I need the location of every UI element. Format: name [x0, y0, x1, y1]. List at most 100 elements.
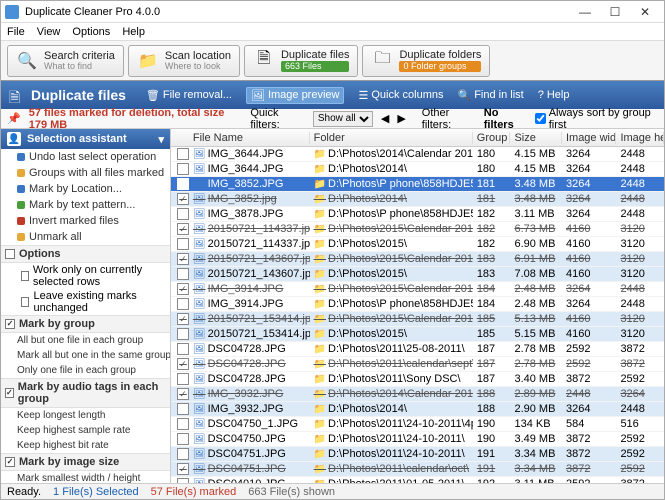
row-checkbox[interactable]: ✓: [177, 253, 189, 265]
sidebar-subitem[interactable]: Mark smallest width / height: [1, 471, 170, 483]
sidebar-subitem[interactable]: Only one file in each group: [1, 363, 170, 378]
row-checkbox[interactable]: [177, 163, 189, 175]
table-row[interactable]: ✓🖼IMG_3932.JPG📁D:\Photos\2014\Calendar 2…: [171, 387, 664, 402]
row-checkbox[interactable]: [177, 433, 189, 445]
table-row[interactable]: 🖼IMG_3644.JPG📁D:\Photos\2014\Calendar 20…: [171, 147, 664, 162]
row-checkbox[interactable]: ✓: [177, 223, 189, 235]
table-row[interactable]: 🖼DSC04728.JPG📁D:\Photos\2011\25-08-2011\…: [171, 342, 664, 357]
sidebar-item[interactable]: Unmark all: [1, 229, 170, 245]
status-ready: Ready.: [7, 486, 41, 498]
always-sort-checkbox[interactable]: Always sort by group first: [535, 107, 658, 131]
row-checkbox[interactable]: ✓: [177, 283, 189, 295]
duplicate-folders-button[interactable]: 🗀 Duplicate folders0 Folder groups: [362, 45, 490, 77]
sidebar-option[interactable]: Work only on currently selected rows: [1, 263, 170, 289]
table-row[interactable]: 🖼20150721_153414.jpg📁D:\Photos\2015\1855…: [171, 327, 664, 342]
table-row[interactable]: 🖼IMG_3644.JPG📁D:\Photos\2014\1804.15 MB3…: [171, 162, 664, 177]
row-checkbox[interactable]: [177, 373, 189, 385]
sidebar-subitem[interactable]: Keep highest bit rate: [1, 438, 170, 453]
table-row[interactable]: 🖼DSC04750_1.JPG📁D:\Photos\2011\24-10-201…: [171, 417, 664, 432]
selection-assistant-header[interactable]: 👤 Selection assistant ▾: [1, 129, 170, 149]
table-row[interactable]: 🖼IMG_3932.JPG📁D:\Photos\2014\1882.90 MB3…: [171, 402, 664, 417]
table-row[interactable]: ✓🖼IMG_3914.JPG📁D:\Photos\2015\Calendar 2…: [171, 282, 664, 297]
row-checkbox[interactable]: [177, 178, 189, 190]
search-criteria-button[interactable]: 🔍 Search criteriaWhat to find: [7, 45, 124, 77]
file-icon: 🖼: [193, 284, 206, 295]
tab-quick-columns[interactable]: ☰Quick columns: [358, 89, 443, 102]
grid-header[interactable]: File Name Folder Group Size Image width …: [171, 129, 664, 147]
table-row[interactable]: ✓🖼20150721_143607.jpg📁D:\Photos\2015\Cal…: [171, 252, 664, 267]
menu-view[interactable]: View: [37, 26, 61, 38]
pin-icon[interactable]: 📌: [7, 112, 21, 125]
folder-icon: 📁: [314, 239, 326, 250]
table-row[interactable]: 🖼DSC04728.JPG📁D:\Photos\2011\Sony DSC\18…: [171, 372, 664, 387]
sidebar-item[interactable]: Mark by text pattern...: [1, 197, 170, 213]
table-row[interactable]: 🖼IMG_3914.JPG📁D:\Photos\P phone\858HDJE5…: [171, 297, 664, 312]
row-checkbox[interactable]: [177, 343, 189, 355]
status-shown: 663 File(s) shown: [248, 486, 335, 498]
tab-find-in-list[interactable]: 🔍Find in list: [458, 89, 524, 102]
folder-icon: 📁: [314, 269, 326, 280]
row-checkbox[interactable]: ✓: [177, 193, 189, 205]
duplicate-files-button[interactable]: 🗎 Duplicate files663 Files: [244, 45, 358, 77]
row-checkbox[interactable]: [177, 268, 189, 280]
file-grid: File Name Folder Group Size Image width …: [171, 129, 664, 483]
sidebar-item[interactable]: Invert marked files: [1, 213, 170, 229]
maximize-button[interactable]: ☐: [600, 5, 630, 19]
row-checkbox[interactable]: [177, 208, 189, 220]
sidebar-group[interactable]: ✓Mark by audio tags in each group: [1, 378, 170, 408]
documents-icon: 🗎: [9, 87, 25, 103]
sidebar-option[interactable]: Leave existing marks unchanged: [1, 289, 170, 315]
sidebar-item[interactable]: Mark by Location...: [1, 181, 170, 197]
table-row[interactable]: ✓🖼20150721_114337.jpg📁D:\Photos\2015\Cal…: [171, 222, 664, 237]
sidebar-item[interactable]: Undo last select operation: [1, 149, 170, 165]
menu-options[interactable]: Options: [72, 26, 110, 38]
sidebar-group[interactable]: ✓Mark by group: [1, 315, 170, 333]
table-row[interactable]: ✓🖼DSC04728.JPG📁D:\Photos\2011\calendar\s…: [171, 357, 664, 372]
grid-body[interactable]: 🖼IMG_3644.JPG📁D:\Photos\2014\Calendar 20…: [171, 147, 664, 483]
marked-summary: 57 files marked for deletion, total size…: [29, 107, 243, 131]
sidebar-group[interactable]: ✓Mark by image size: [1, 453, 170, 471]
row-checkbox[interactable]: [177, 418, 189, 430]
menu-file[interactable]: File: [7, 26, 25, 38]
row-checkbox[interactable]: ✓: [177, 463, 189, 475]
row-checkbox[interactable]: [177, 448, 189, 460]
tab-file-removal-[interactable]: 🗑File removal...: [146, 89, 232, 102]
table-row[interactable]: ✓🖼DSC04751.JPG📁D:\Photos\2011\calendar\o…: [171, 462, 664, 477]
row-checkbox[interactable]: [177, 148, 189, 160]
tab-image-preview[interactable]: 🖼Image preview: [246, 87, 345, 104]
table-row[interactable]: 🖼IMG_3878.JPG📁D:\Photos\P phone\858HDJE5…: [171, 207, 664, 222]
table-row[interactable]: ✓🖼20150721_153414.jpg📁D:\Photos\2015\Cal…: [171, 312, 664, 327]
table-row[interactable]: 🖼20150721_114337.jpg📁D:\Photos\2015\1826…: [171, 237, 664, 252]
tab-help[interactable]: ?Help: [538, 89, 570, 101]
close-button[interactable]: ✕: [630, 5, 660, 19]
row-checkbox[interactable]: ✓: [177, 313, 189, 325]
sidebar-subitem[interactable]: Keep highest sample rate: [1, 423, 170, 438]
folder-icon: 📁: [314, 299, 326, 310]
sidebar-subitem[interactable]: Keep longest length: [1, 408, 170, 423]
table-row[interactable]: 🖼DSC04750.JPG📁D:\Photos\2011\24-10-2011\…: [171, 432, 664, 447]
row-checkbox[interactable]: [177, 403, 189, 415]
folder-icon: 📁: [314, 164, 326, 175]
sidebar-item[interactable]: Groups with all files marked: [1, 165, 170, 181]
sidebar-subitem[interactable]: All but one file in each group: [1, 333, 170, 348]
sidebar-subitem[interactable]: Mark all but one in the same group and f…: [1, 348, 170, 363]
row-checkbox[interactable]: [177, 238, 189, 250]
quick-filters-select[interactable]: Show all: [313, 111, 373, 127]
table-row[interactable]: 🖼IMG_3852.JPG📁D:\Photos\P phone\858HDJE5…: [171, 177, 664, 192]
table-row[interactable]: ✓🖼IMG_3852.jpg📁D:\Photos\2014\1813.48 MB…: [171, 192, 664, 207]
row-checkbox[interactable]: ✓: [177, 388, 189, 400]
minimize-button[interactable]: —: [570, 5, 600, 19]
folder-icon: 📁: [314, 329, 326, 340]
row-checkbox[interactable]: [177, 328, 189, 340]
row-checkbox[interactable]: [177, 298, 189, 310]
row-checkbox[interactable]: ✓: [177, 358, 189, 370]
folder-icon: 📁: [314, 254, 326, 265]
table-row[interactable]: 🖼20150721_143607.jpg📁D:\Photos\2015\1837…: [171, 267, 664, 282]
file-icon: 🖼: [193, 224, 206, 235]
menu-help[interactable]: Help: [122, 26, 145, 38]
scan-location-button[interactable]: 📁 Scan locationWhere to look: [128, 45, 240, 77]
folder-icon: 📁: [314, 464, 326, 475]
table-row[interactable]: 🖼DSC04751.JPG📁D:\Photos\2011\24-10-2011\…: [171, 447, 664, 462]
folder-icon: 📁: [314, 449, 326, 460]
file-icon: 🖼: [193, 164, 206, 175]
